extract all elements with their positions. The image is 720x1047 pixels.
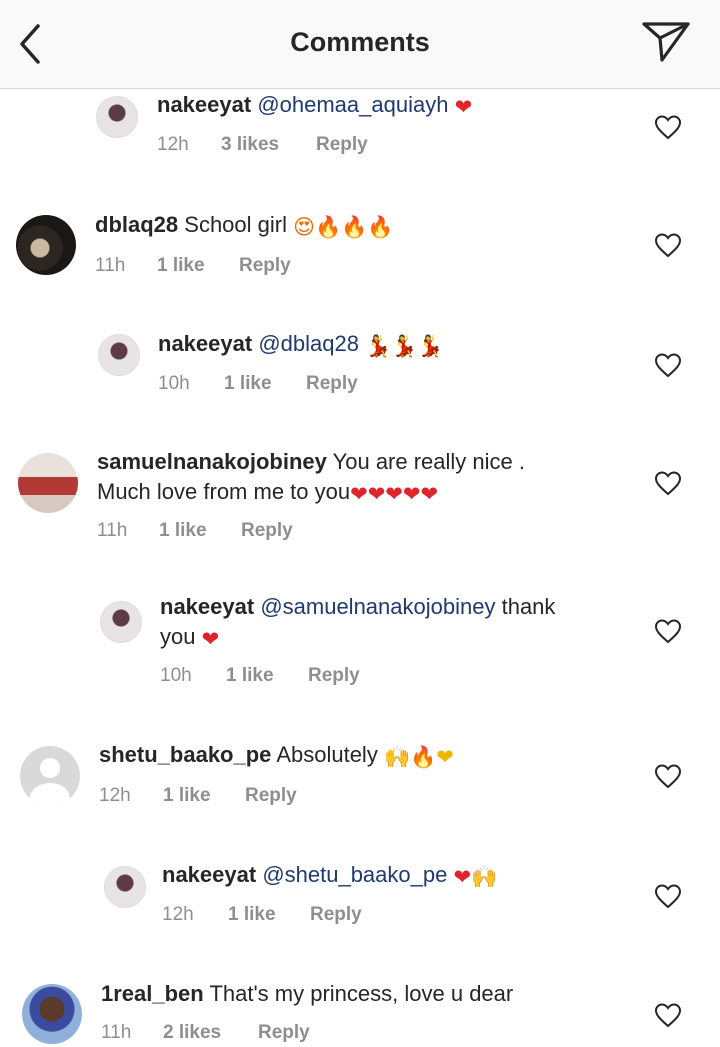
timestamp: 11h xyxy=(95,255,126,276)
likes-count[interactable]: 2 likes xyxy=(163,1022,258,1044)
comment-body-line2: you xyxy=(160,624,196,649)
timestamp: 11h xyxy=(101,1022,132,1043)
username[interactable]: nakeeyat xyxy=(162,862,256,887)
ben-avatar[interactable] xyxy=(22,984,82,1044)
avatar-body-shape xyxy=(30,783,70,806)
likes-count[interactable]: 1 like xyxy=(224,373,306,395)
comment-text: nakeeyat @dblaq28 💃💃💃 xyxy=(158,329,444,359)
comment-meta: 12h 3 likes Reply xyxy=(157,134,368,156)
likes-count[interactable]: 1 like xyxy=(163,785,245,807)
samuel-avatar[interactable] xyxy=(18,453,78,513)
default-avatar[interactable] xyxy=(20,746,80,806)
comment-body: thank xyxy=(501,594,556,619)
comment-body: That's my princess, love u dear xyxy=(209,981,514,1006)
comment-text: shetu_baako_pe Absolutely 🙌🔥❤ xyxy=(99,740,454,770)
reply-button[interactable]: Reply xyxy=(241,520,293,542)
comment-text: dblaq28 School girl 😍🔥🔥🔥 xyxy=(95,210,393,240)
comment-emojis: 💃💃💃 xyxy=(365,335,444,358)
reply-button[interactable]: Reply xyxy=(310,904,362,926)
comment-reply: nakeeyat @samuelnanakojobiney thank you … xyxy=(0,594,720,696)
comment-emojis: ❤❤❤❤❤ xyxy=(350,483,439,506)
heart-outline-icon[interactable] xyxy=(654,232,682,258)
comment-reply: nakeeyat @shetu_baako_pe ❤🙌 12h 1 like R… xyxy=(0,862,720,936)
comment-meta: 11h 1 like Reply xyxy=(97,520,293,542)
username[interactable]: samuelnanakojobiney xyxy=(97,449,327,474)
comment-emojis: 🙌🔥❤ xyxy=(383,746,454,769)
mention-link[interactable]: @shetu_baako_pe xyxy=(262,862,447,887)
page-title: Comments xyxy=(290,27,430,57)
likes-count[interactable]: 1 like xyxy=(228,904,310,926)
comment-meta: 12h 1 like Reply xyxy=(99,785,297,807)
comment-emojis: ❤ xyxy=(454,96,473,119)
mention-link[interactable]: @dblaq28 xyxy=(258,331,359,356)
reply-button[interactable]: Reply xyxy=(316,134,368,156)
heart-outline-icon[interactable] xyxy=(654,763,682,789)
timestamp: 12h xyxy=(162,904,194,925)
heart-outline-icon[interactable] xyxy=(654,352,682,378)
comment: dblaq28 School girl 😍🔥🔥🔥 11h 1 like Repl… xyxy=(0,212,720,295)
heart-outline-icon[interactable] xyxy=(654,1002,682,1028)
comment-meta: 12h 1 like Reply xyxy=(162,904,362,926)
comment-text: nakeeyat @samuelnanakojobiney thank you … xyxy=(160,592,555,652)
dblaq28-avatar[interactable] xyxy=(16,215,76,275)
timestamp: 12h xyxy=(157,134,189,155)
heart-outline-icon[interactable] xyxy=(654,470,682,496)
comment-body-line2: Much love from me to you xyxy=(97,479,351,504)
comment-meta: 11h 2 likes Reply xyxy=(101,1022,310,1044)
comment-text: nakeeyat @shetu_baako_pe ❤🙌 xyxy=(162,860,497,890)
heart-outline-icon[interactable] xyxy=(654,883,682,909)
comment-body: Absolutely xyxy=(276,742,378,767)
reply-button[interactable]: Reply xyxy=(258,1022,310,1044)
reply-button[interactable]: Reply xyxy=(306,373,358,395)
comment-emojis: ❤🙌 xyxy=(453,866,498,889)
paper-plane-icon[interactable] xyxy=(640,18,692,64)
comment-meta: 10h 1 like Reply xyxy=(160,665,360,687)
username[interactable]: nakeeyat xyxy=(158,331,252,356)
reply-button[interactable]: Reply xyxy=(245,785,297,807)
likes-count[interactable]: 1 like xyxy=(226,665,308,687)
comment-reply: nakeeyat @dblaq28 💃💃💃 10h 1 like Reply xyxy=(0,331,720,404)
nakeeyat-avatar[interactable] xyxy=(96,96,138,138)
likes-count[interactable]: 1 like xyxy=(157,255,239,277)
comment: 1real_ben That's my princess, love u dea… xyxy=(0,981,720,1046)
timestamp: 12h xyxy=(99,785,131,806)
heart-outline-icon[interactable] xyxy=(654,114,682,140)
timestamp: 11h xyxy=(97,520,128,541)
comment-body-line1: You are really nice . xyxy=(332,449,525,474)
likes-count[interactable]: 1 like xyxy=(159,520,241,542)
comment-emojis: 😍🔥🔥🔥 xyxy=(293,216,394,239)
timestamp: 10h xyxy=(160,665,192,686)
nakeeyat-avatar[interactable] xyxy=(104,866,146,908)
comment-meta: 10h 1 like Reply xyxy=(158,373,358,395)
reply-button[interactable]: Reply xyxy=(239,255,291,277)
heart-outline-icon[interactable] xyxy=(654,618,682,644)
comment-text: nakeeyat @ohemaa_aquiayh ❤ xyxy=(157,90,472,120)
comment-reply: nakeeyat @ohemaa_aquiayh ❤ 12h 3 likes R… xyxy=(0,92,720,166)
comment-text: samuelnanakojobiney You are really nice … xyxy=(97,447,525,507)
comment-meta: 11h 1 like Reply xyxy=(95,255,291,277)
comment-text: 1real_ben That's my princess, love u dea… xyxy=(101,979,513,1009)
header-bar: Comments xyxy=(0,0,720,89)
mention-link[interactable]: @samuelnanakojobiney xyxy=(260,594,495,619)
username[interactable]: 1real_ben xyxy=(101,981,204,1006)
comment: samuelnanakojobiney You are really nice … xyxy=(0,449,720,553)
mention-link[interactable]: @ohemaa_aquiayh xyxy=(257,92,448,117)
username[interactable]: nakeeyat xyxy=(160,594,254,619)
comment-body: School girl xyxy=(184,212,287,237)
username[interactable]: dblaq28 xyxy=(95,212,178,237)
username[interactable]: nakeeyat xyxy=(157,92,251,117)
nakeeyat-avatar[interactable] xyxy=(98,334,140,376)
comment: shetu_baako_pe Absolutely 🙌🔥❤ 12h 1 like… xyxy=(0,742,720,826)
timestamp: 10h xyxy=(158,373,190,394)
avatar-head-shape xyxy=(40,758,60,778)
nakeeyat-avatar[interactable] xyxy=(100,601,142,643)
reply-button[interactable]: Reply xyxy=(308,665,360,687)
comment-emojis: ❤ xyxy=(201,628,220,651)
username[interactable]: shetu_baako_pe xyxy=(99,742,271,767)
likes-count[interactable]: 3 likes xyxy=(221,134,316,156)
